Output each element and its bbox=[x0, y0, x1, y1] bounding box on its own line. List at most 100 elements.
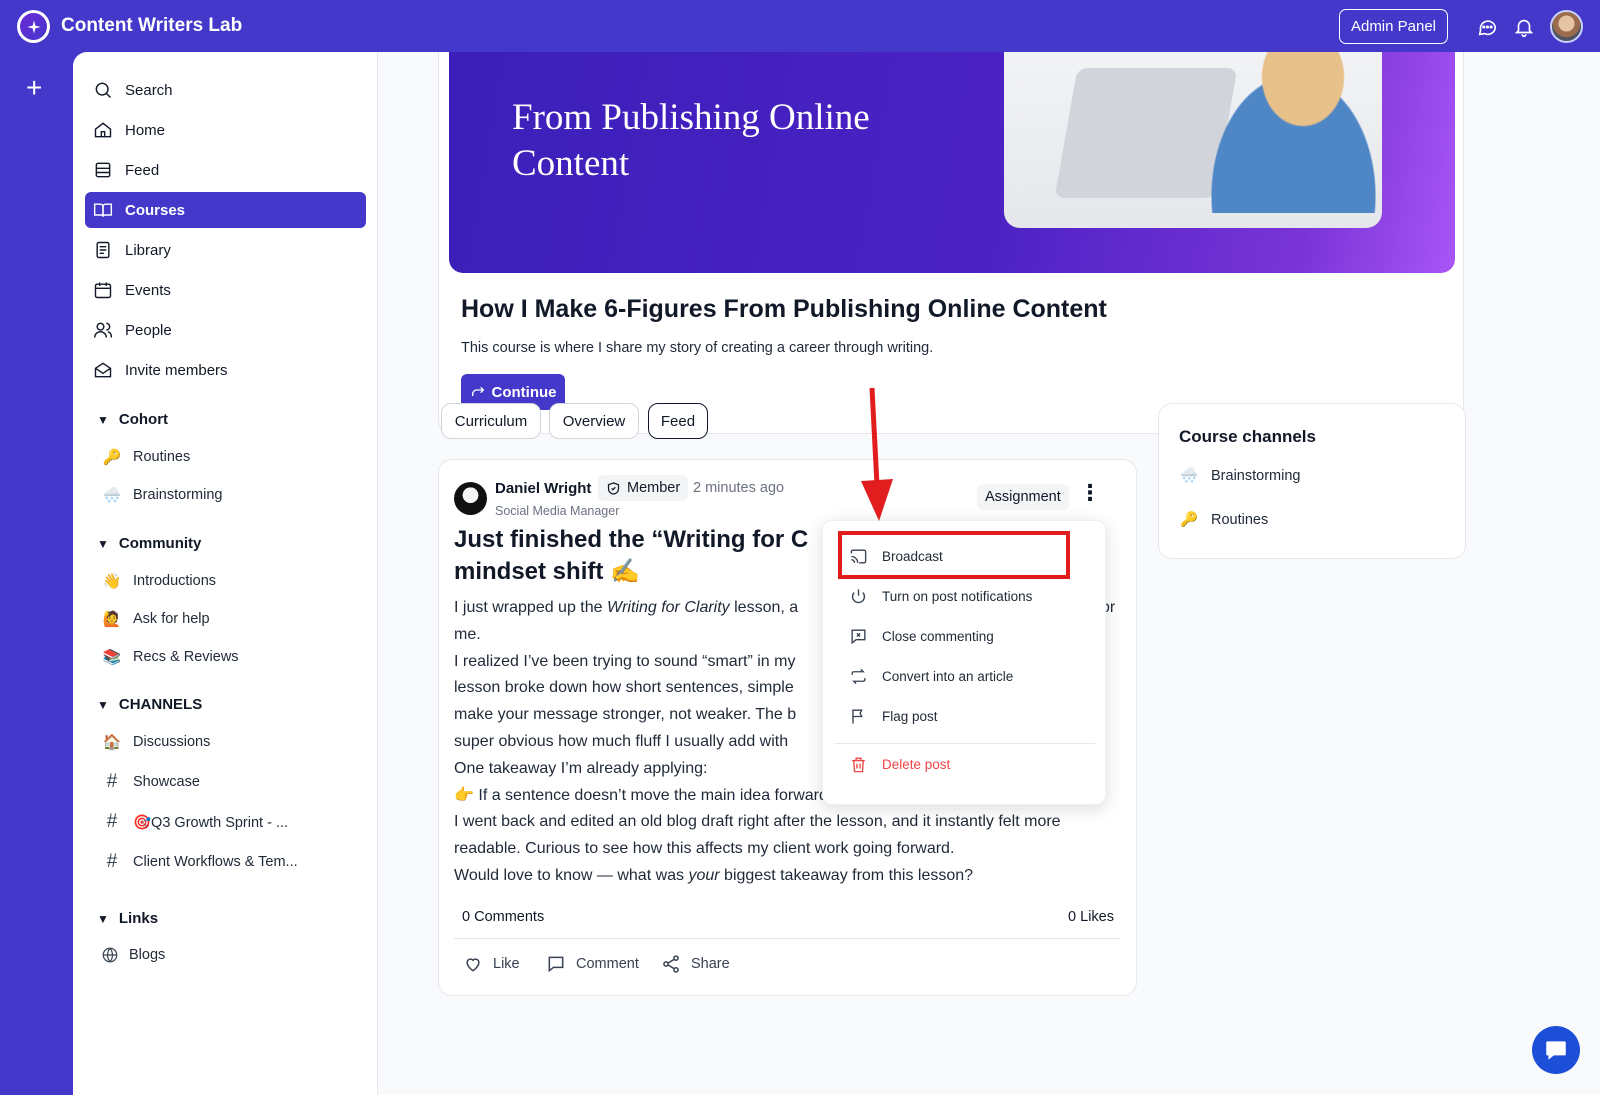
convert-icon bbox=[851, 668, 866, 684]
tab-curriculum[interactable]: Curriculum bbox=[441, 403, 541, 439]
course-channel-brainstorming[interactable]: 🌨️ Brainstorming bbox=[1179, 467, 1300, 485]
wave-icon: 👋 bbox=[102, 573, 122, 590]
support-chat-button[interactable] bbox=[1532, 1026, 1580, 1074]
section-community[interactable]: ▼ Community bbox=[97, 535, 201, 552]
section-links[interactable]: ▼ Links bbox=[97, 910, 158, 927]
trash-icon bbox=[852, 756, 865, 772]
course-hero-image: From Publishing Online Content bbox=[449, 52, 1455, 273]
like-button[interactable]: Like bbox=[463, 954, 520, 974]
sidebar-item-library[interactable]: Library bbox=[85, 232, 366, 268]
sidebar-item-blogs[interactable]: Blogs bbox=[101, 946, 165, 964]
book-icon bbox=[93, 203, 113, 217]
sidebar-item-introductions[interactable]: 👋 Introductions bbox=[101, 572, 216, 590]
tab-overview[interactable]: Overview bbox=[549, 403, 639, 439]
sidebar-item-ask-for-help[interactable]: 🙋 Ask for help bbox=[101, 610, 210, 628]
sidebar-item-feed[interactable]: Feed bbox=[85, 152, 366, 188]
sidebar-item-label: Library bbox=[125, 241, 171, 259]
sidebar-item-courses[interactable]: Courses bbox=[85, 192, 366, 228]
course-description: This course is where I share my story of… bbox=[461, 340, 934, 356]
sidebar: Search Home Feed Courses Library Events … bbox=[73, 52, 378, 1095]
library-icon bbox=[96, 241, 110, 259]
snow-cloud-icon: 🌨️ bbox=[1179, 468, 1199, 484]
member-badge: Member bbox=[598, 475, 689, 501]
hash-icon: # bbox=[106, 771, 118, 792]
sidebar-item-invite[interactable]: Invite members bbox=[85, 352, 366, 388]
tab-feed[interactable]: Feed bbox=[648, 403, 708, 439]
sidebar-item-label: Invite members bbox=[125, 361, 228, 379]
divider bbox=[454, 938, 1120, 939]
app-logo[interactable] bbox=[17, 10, 50, 43]
chat-icon[interactable] bbox=[1476, 16, 1498, 38]
envelope-icon bbox=[94, 362, 112, 378]
sidebar-item-events[interactable]: Events bbox=[85, 272, 366, 308]
sidebar-item-client-workflows[interactable]: # Client Workflows & Tem... bbox=[101, 851, 298, 873]
books-icon: 📚 bbox=[102, 649, 122, 666]
section-channels[interactable]: ▼ CHANNELS bbox=[97, 696, 202, 713]
course-card: From Publishing Online Content How I Mak… bbox=[438, 52, 1464, 434]
shield-check-icon bbox=[607, 481, 620, 495]
home-icon bbox=[94, 122, 112, 138]
calendar-icon bbox=[94, 282, 112, 299]
sidebar-item-home[interactable]: Home bbox=[85, 112, 366, 148]
highlight-box bbox=[838, 531, 1070, 579]
power-icon bbox=[851, 588, 866, 603]
flag-icon bbox=[852, 708, 863, 724]
course-channels-card: Course channels 🌨️ Brainstorming 🔑 Routine… bbox=[1158, 403, 1466, 559]
sidebar-item-label: Feed bbox=[125, 161, 160, 179]
menu-item-notifications[interactable]: Turn on post notifications bbox=[835, 577, 1095, 615]
bell-icon[interactable] bbox=[1513, 16, 1535, 38]
share-button[interactable]: Share bbox=[661, 954, 730, 974]
section-cohort[interactable]: ▼ Cohort bbox=[97, 411, 168, 428]
post-author[interactable]: Daniel Wright bbox=[495, 480, 591, 497]
sidebar-item-label: People bbox=[125, 321, 172, 339]
likes-count[interactable]: 0 Likes bbox=[1068, 909, 1114, 925]
menu-item-delete-post[interactable]: Delete post bbox=[835, 745, 1095, 783]
red-arrow-icon bbox=[861, 387, 893, 521]
comment-button[interactable]: Comment bbox=[546, 954, 639, 974]
sidebar-item-label: Courses bbox=[125, 201, 186, 219]
post-timestamp: 2 minutes ago bbox=[693, 480, 785, 496]
sidebar-item-label: Search bbox=[125, 81, 173, 99]
chevron-down-icon: ▼ bbox=[97, 911, 109, 926]
key-icon: 🔑 bbox=[1179, 512, 1199, 528]
menu-item-convert-article[interactable]: Convert into an article bbox=[835, 657, 1095, 695]
comments-count[interactable]: 0 Comments bbox=[462, 909, 544, 925]
sidebar-item-people[interactable]: People bbox=[85, 312, 366, 348]
hash-icon: # bbox=[106, 811, 118, 832]
course-channels-title: Course channels bbox=[1179, 427, 1316, 446]
more-options-icon[interactable]: ⋮ bbox=[1079, 482, 1101, 504]
feed-icon bbox=[95, 162, 111, 178]
app-title[interactable]: Content Writers Lab bbox=[61, 15, 242, 37]
add-community-icon[interactable]: + bbox=[26, 74, 42, 102]
heart-icon bbox=[466, 958, 480, 972]
share-icon bbox=[663, 955, 679, 973]
house-icon: 🏠 bbox=[102, 734, 122, 751]
search-icon bbox=[95, 82, 112, 99]
hash-icon: # bbox=[106, 851, 118, 872]
admin-panel-button[interactable]: Admin Panel bbox=[1339, 9, 1448, 44]
sidebar-item-search[interactable]: Search bbox=[85, 72, 366, 108]
forward-arrow-icon bbox=[471, 386, 484, 396]
user-avatar[interactable] bbox=[1550, 10, 1583, 43]
sidebar-item-recs-reviews[interactable]: 📚 Recs & Reviews bbox=[101, 648, 239, 666]
author-avatar[interactable] bbox=[454, 482, 487, 515]
sidebar-item-discussions[interactable]: 🏠 Discussions bbox=[101, 733, 211, 751]
course-channel-routines[interactable]: 🔑 Routines bbox=[1179, 511, 1268, 529]
raised-hand-icon: 🙋 bbox=[102, 611, 122, 628]
sidebar-item-q3-growth-sprint[interactable]: # 🎯Q3 Growth Sprint - ... bbox=[101, 811, 288, 833]
hero-text: From Publishing Online Content bbox=[512, 97, 870, 184]
key-icon: 🔑 bbox=[102, 449, 122, 466]
snow-cloud-icon: 🌨️ bbox=[102, 487, 122, 504]
sidebar-item-showcase[interactable]: # Showcase bbox=[101, 771, 200, 793]
menu-divider bbox=[835, 743, 1095, 744]
comment-icon bbox=[548, 956, 564, 973]
menu-item-close-commenting[interactable]: Close commenting bbox=[835, 617, 1095, 655]
sidebar-item-brainstorming[interactable]: 🌨️ Brainstorming bbox=[101, 486, 223, 504]
sidebar-item-routines[interactable]: 🔑 Routines bbox=[101, 448, 191, 466]
course-title: How I Make 6-Figures From Publishing Onl… bbox=[461, 295, 1107, 323]
person-illustration bbox=[1189, 52, 1379, 213]
top-bar: Content Writers Lab Admin Panel bbox=[0, 0, 1600, 52]
author-role: Social Media Manager bbox=[495, 504, 620, 518]
menu-item-flag-post[interactable]: Flag post bbox=[835, 697, 1095, 735]
sparkle-icon bbox=[20, 13, 47, 40]
